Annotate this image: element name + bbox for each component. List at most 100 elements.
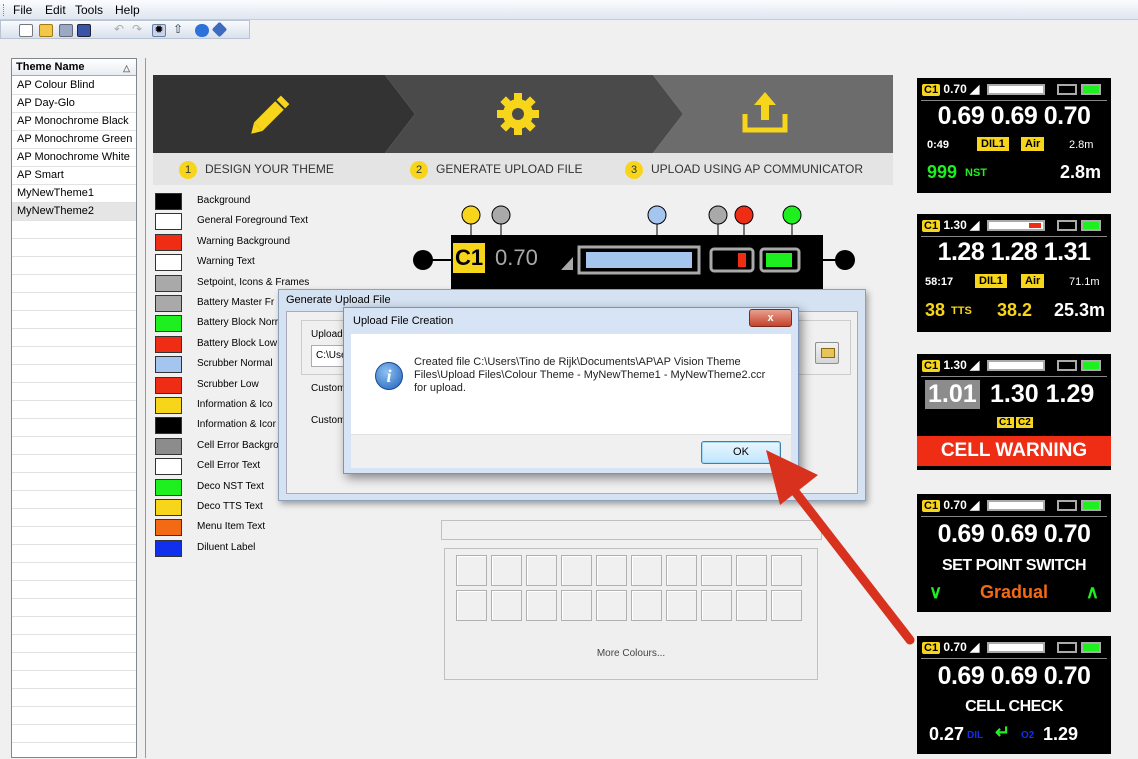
theme-name: AP Monochrome Black — [17, 115, 129, 127]
o2-value: 1.29 — [1043, 724, 1079, 744]
color-swatch[interactable] — [155, 458, 182, 476]
empty-row — [12, 419, 136, 437]
dive-time: 58:17 — [925, 276, 954, 288]
palette-cell[interactable] — [456, 590, 487, 621]
palette-cell[interactable] — [491, 555, 522, 586]
splitter[interactable] — [145, 58, 146, 758]
palette-cell[interactable] — [526, 555, 557, 586]
color-swatch[interactable] — [155, 539, 182, 557]
menu-tools[interactable]: Tools — [75, 3, 103, 17]
palette-cell[interactable] — [596, 555, 627, 586]
more-colours-button[interactable]: More Colours... — [561, 648, 701, 659]
steps-bar: 1 DESIGN YOUR THEME 2 GENERATE UPLOAD FILE… — [153, 153, 893, 185]
scrubber-low-fill — [1029, 223, 1041, 228]
menu-help[interactable]: Help — [115, 3, 140, 17]
empty-row — [12, 671, 136, 689]
theme-row[interactable]: AP Colour Blind — [12, 77, 136, 95]
palette-cell[interactable] — [491, 590, 522, 621]
palette-cell[interactable] — [596, 590, 627, 621]
color-swatch[interactable] — [155, 233, 182, 251]
setpoint-value: 0.70 — [943, 498, 967, 512]
palette-cell[interactable] — [631, 555, 662, 586]
theme-name-column-header[interactable]: Theme Name △ — [12, 59, 136, 76]
palette-cell[interactable] — [561, 590, 592, 621]
theme-row[interactable]: AP Smart — [12, 167, 136, 185]
empty-row — [12, 329, 136, 347]
theme-row[interactable]: MyNewTheme1 — [12, 185, 136, 203]
upload-icon[interactable]: ⇧ — [173, 22, 187, 36]
color-swatch[interactable] — [155, 417, 182, 435]
dive-time: 0:49 — [927, 139, 950, 151]
palette-cell[interactable] — [666, 590, 697, 621]
color-swatch[interactable] — [155, 356, 182, 374]
color-swatch[interactable] — [155, 499, 182, 516]
red-arrow-annotation — [766, 450, 915, 645]
step-label: DESIGN YOUR THEME — [205, 162, 334, 177]
help-icon[interactable] — [195, 24, 209, 37]
setpoint-value: 0.70 — [943, 82, 967, 96]
setpoint-value: 1.30 — [943, 358, 967, 372]
empty-row — [12, 455, 136, 473]
color-swatch[interactable] — [155, 478, 182, 496]
color-swatch-label: Deco TTS Text — [197, 501, 263, 512]
color-swatch[interactable] — [155, 274, 182, 292]
theme-row[interactable]: AP Day-Glo — [12, 95, 136, 113]
battery-icon — [1057, 84, 1077, 95]
redo-icon: ↷ — [132, 22, 143, 36]
color-swatch[interactable] — [155, 376, 182, 394]
color-swatch[interactable] — [155, 519, 182, 537]
color-swatch-label: Information & Ico — [197, 399, 273, 410]
empty-row — [12, 437, 136, 455]
theme-name: AP Monochrome Green — [17, 133, 133, 145]
new-icon[interactable] — [19, 24, 33, 37]
divider — [921, 376, 1107, 377]
palette-cell[interactable] — [631, 590, 662, 621]
theme-row[interactable]: AP Monochrome White — [12, 149, 136, 167]
step-number: 1 — [179, 161, 197, 179]
palette-cell[interactable] — [456, 555, 487, 586]
divider — [921, 516, 1107, 517]
color-swatch[interactable] — [155, 315, 182, 333]
palette-cell[interactable] — [666, 555, 697, 586]
empty-row — [12, 635, 136, 653]
palette-cell[interactable] — [561, 555, 592, 586]
preview-ppo2: 0.70 — [495, 245, 538, 270]
color-swatch[interactable] — [155, 254, 182, 272]
chevron-up-icon[interactable]: ∧ — [1086, 582, 1099, 603]
theme-row[interactable]: AP Monochrome Green — [12, 131, 136, 149]
color-swatch[interactable] — [155, 295, 182, 312]
diluent-label: DIL — [967, 730, 984, 741]
banner-graphic — [153, 75, 893, 153]
menu-file[interactable]: File — [13, 3, 32, 17]
ppo2-readings: 0.69 0.69 0.70 — [937, 520, 1091, 548]
settings-gear-icon[interactable]: ✹ — [152, 24, 166, 37]
sort-triangle-icon: △ — [123, 63, 130, 73]
save-as-icon[interactable] — [77, 24, 91, 37]
color-swatch[interactable] — [155, 193, 182, 210]
folder-icon — [821, 348, 835, 358]
scrubber-bar — [987, 642, 1045, 653]
color-swatch[interactable] — [155, 397, 182, 414]
palette-cell[interactable] — [701, 555, 732, 586]
switch-mode[interactable]: Gradual — [917, 582, 1111, 603]
empty-row — [12, 581, 136, 599]
empty-row — [12, 509, 136, 527]
open-folder-icon[interactable] — [39, 24, 53, 37]
battery-icon — [1081, 220, 1101, 231]
color-swatch-label: Scrubber Low — [197, 378, 259, 390]
web-icon[interactable] — [211, 21, 228, 38]
color-swatch[interactable] — [155, 335, 182, 353]
battery-icon — [1057, 360, 1077, 371]
browse-button[interactable] — [815, 342, 839, 364]
nst-label: NST — [965, 167, 987, 179]
menu-edit[interactable]: Edit — [45, 3, 66, 17]
color-swatch[interactable] — [155, 437, 182, 455]
color-swatch[interactable] — [155, 213, 182, 231]
color-swatch-label: Warning Background — [197, 235, 291, 247]
step-number: 3 — [625, 161, 643, 179]
close-button[interactable]: x — [749, 309, 792, 327]
theme-row[interactable]: AP Monochrome Black — [12, 113, 136, 131]
palette-cell[interactable] — [701, 590, 732, 621]
palette-cell[interactable] — [526, 590, 557, 621]
theme-row-selected[interactable]: MyNewTheme2 — [12, 203, 136, 221]
